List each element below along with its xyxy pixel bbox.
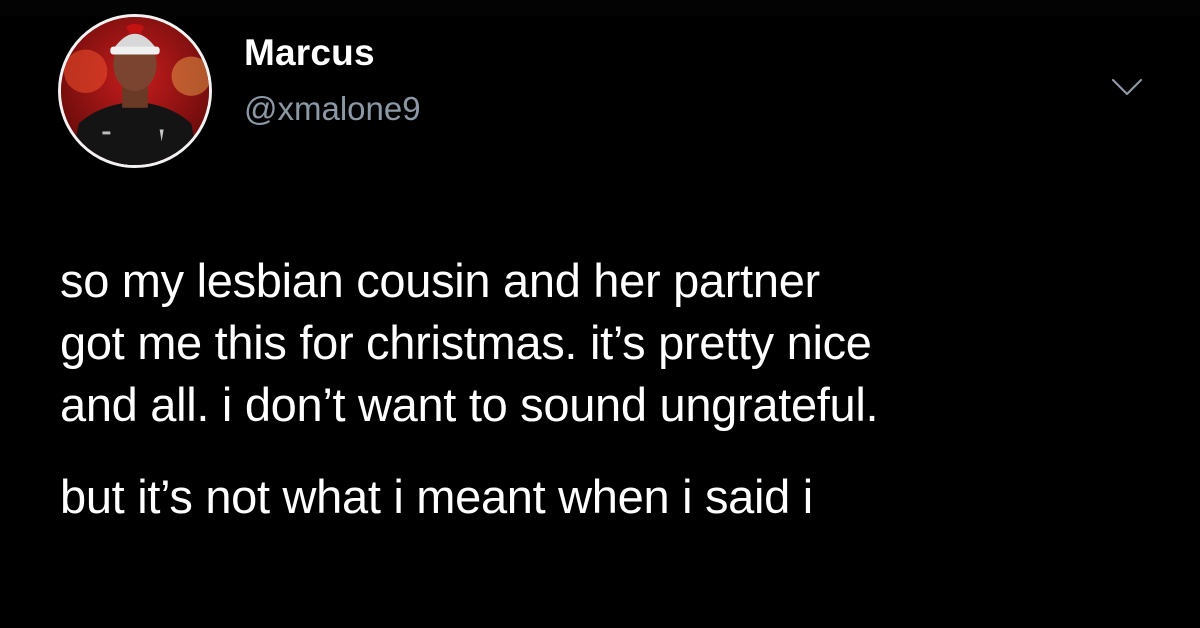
tweet-line: and all. i don’t want to sound ungratefu… [60,378,879,431]
tweet-line: so my lesbian cousin and her partner [60,254,820,307]
chevron-down-icon[interactable] [1110,76,1144,98]
tweet-line: got me this for christmas. it’s pretty n… [60,316,872,369]
profile-photo-icon [61,17,209,165]
display-name[interactable]: Marcus [244,32,375,74]
handle[interactable]: @xmalone9 [244,90,421,128]
tweet-line: but it’s not what i meant when i said i [60,470,813,523]
avatar[interactable] [58,14,212,168]
top-bar [0,0,1200,16]
tweet-text: so my lesbian cousin and her partner got… [60,250,1180,528]
